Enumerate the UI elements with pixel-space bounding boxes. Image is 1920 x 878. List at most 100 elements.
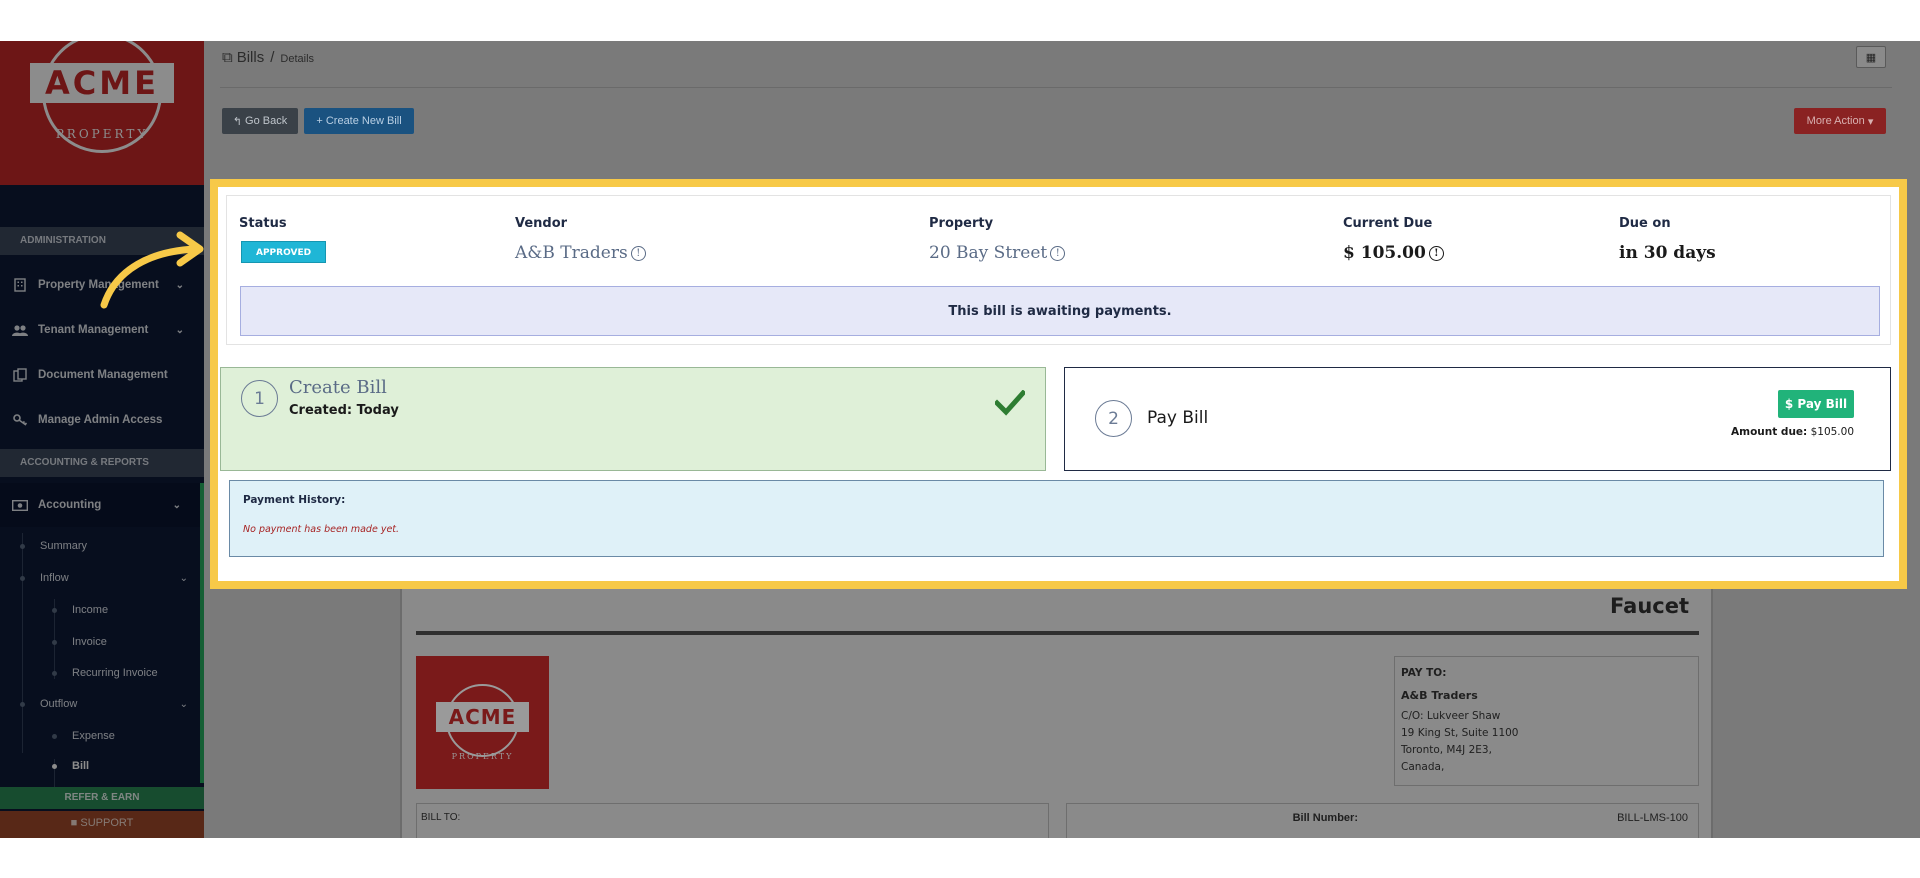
chevron-down-icon: ⌄ (172, 499, 181, 511)
info-icon[interactable]: ! (1050, 246, 1066, 261)
pay-to-label: PAY TO: (1401, 667, 1447, 679)
create-new-bill-button[interactable]: + Create New Bill (304, 108, 414, 134)
vendor-name[interactable]: A&B Traders (515, 243, 628, 263)
amount-due-label: Amount due: (1731, 426, 1808, 438)
bill-number-label: Bill Number: (1292, 812, 1358, 824)
bullet (52, 607, 57, 613)
sidebar-subitem-income[interactable]: Income (0, 595, 204, 625)
property-label: Property (929, 216, 994, 231)
sidebar-subitem-bill[interactable]: Bill (0, 751, 204, 781)
bullet (52, 670, 57, 676)
breadcrumb: ⧉ Bills / Details (222, 49, 314, 66)
chevron-down-icon: ⌄ (179, 698, 188, 710)
step-pay-bill: 2 Pay Bill $ Pay Bill Amount due: $105.0… (1064, 367, 1891, 471)
go-back-label: Go Back (245, 115, 288, 127)
sidebar-subitem-outflow[interactable]: Outflow ⌄ (0, 689, 204, 719)
support-label: SUPPORT (80, 817, 134, 829)
property-value[interactable]: 20 Bay Street! (929, 243, 1066, 263)
payment-history-title: Payment History: (243, 494, 346, 506)
sidebar-item-label: Manage Admin Access (38, 414, 163, 426)
subitem-label: Summary (40, 540, 88, 552)
status-badge: APPROVED (241, 241, 327, 263)
info-icon[interactable]: ! (1428, 246, 1444, 261)
logo-text: ACME (436, 702, 529, 732)
reply-icon: ↰ (232, 115, 242, 128)
highlighted-bill-summary: Status APPROVED Vendor A&B Traders! Prop… (210, 179, 1907, 589)
pay-to-line: 19 King St, Suite 1100 (1401, 727, 1519, 739)
bill-number-value: BILL-LMS-100 (1617, 812, 1688, 824)
subitem-label: Invoice (72, 636, 107, 648)
pay-to-line: Toronto, M4J 2E3, (1401, 744, 1492, 756)
subitem-label: Expense (72, 730, 115, 742)
calendar-icon: ▦ (1865, 51, 1877, 64)
sidebar-item-manage-admin-access[interactable]: Manage Admin Access (0, 398, 204, 442)
divider (220, 87, 1892, 88)
property-column: Property 20 Bay Street! (929, 216, 1066, 263)
invoice-logo: ACME PROPERTY (416, 656, 549, 789)
sidebar-item-document-management[interactable]: Document Management (0, 353, 204, 397)
bills-icon: ⧉ (222, 49, 233, 66)
amount-due-value: $105.00 (1810, 426, 1854, 438)
sidebar-subitem-invoice[interactable]: Invoice (0, 627, 204, 657)
invoice-title: Faucet (1610, 594, 1689, 618)
info-icon[interactable]: ! (630, 246, 646, 261)
due-on-value: in 30 days (1619, 243, 1716, 263)
logo-subtext: PROPERTY (451, 752, 514, 761)
bill-to-label: BILL TO: (421, 812, 461, 823)
more-action-button[interactable]: More Action ▾ (1794, 108, 1886, 134)
money-icon (12, 497, 28, 513)
create-new-bill-label: Create New Bill (325, 115, 402, 127)
amount-due: Amount due: $105.00 (1731, 426, 1854, 438)
subitem-label: Bill (72, 760, 90, 772)
step-number: 1 (241, 380, 278, 417)
support-button[interactable]: ■ SUPPORT (0, 811, 204, 838)
app-frame: ACME PROPERTY ADMINISTRATION Property Ma… (0, 41, 1920, 838)
breadcrumb-bills[interactable]: Bills (237, 49, 265, 66)
vendor-value[interactable]: A&B Traders! (515, 243, 646, 263)
breadcrumb-separator: / (270, 49, 275, 66)
check-icon (995, 390, 1025, 416)
key-icon (12, 412, 28, 428)
sidebar-subitem-expense[interactable]: Expense (0, 721, 204, 751)
logo-subtext: PROPERTY (55, 127, 149, 141)
calendar-button[interactable]: ▦ (1856, 46, 1886, 68)
property-name[interactable]: 20 Bay Street (929, 243, 1047, 263)
bullet (20, 701, 25, 707)
sidebar-subitem-summary[interactable]: Summary (0, 531, 204, 561)
status-column: Status APPROVED (239, 216, 327, 263)
subitem-label: Inflow (40, 572, 69, 584)
step-title: Create Bill (289, 377, 387, 398)
due-on-label: Due on (1619, 216, 1671, 231)
bill-number-box: Bill Number: BILL-LMS-100 (1066, 803, 1699, 838)
pay-to-box: PAY TO: A&B Traders C/O: Lukveer Shaw 19… (1394, 656, 1699, 786)
go-back-button[interactable]: ↰ Go Back (222, 108, 298, 134)
brand-logo[interactable]: ACME PROPERTY (0, 41, 204, 185)
current-due-value: $ 105.00! (1343, 243, 1444, 263)
caret-down-icon: ▾ (1867, 115, 1874, 128)
bullet (52, 763, 57, 769)
pay-to-name: A&B Traders (1401, 689, 1478, 702)
current-due-label: Current Due (1343, 216, 1433, 231)
subitem-label: Outflow (40, 698, 78, 710)
awaiting-payment-alert: This bill is awaiting payments. (240, 286, 1880, 336)
bill-status-card: Status APPROVED Vendor A&B Traders! Prop… (226, 195, 1891, 345)
building-icon (12, 277, 28, 293)
sidebar-item-accounting[interactable]: Accounting ⌄ (0, 483, 204, 527)
refer-earn-button[interactable]: REFER & EARN (0, 787, 204, 809)
sidebar-subitem-recurring-invoice[interactable]: Recurring Invoice (0, 658, 204, 688)
vendor-label: Vendor (515, 216, 568, 231)
pay-bill-button[interactable]: $ Pay Bill (1778, 390, 1854, 418)
more-action-label: More Action (1806, 115, 1865, 127)
step-number: 2 (1095, 400, 1132, 437)
bullet (20, 575, 25, 581)
chevron-down-icon: ⌄ (179, 572, 188, 584)
book-icon: ■ (70, 817, 78, 829)
chevron-down-icon: ⌄ (175, 324, 184, 336)
logo-text: ACME (30, 63, 174, 103)
sidebar-subitem-inflow[interactable]: Inflow ⌄ (0, 563, 204, 593)
sidebar: ACME PROPERTY ADMINISTRATION Property Ma… (0, 41, 204, 838)
bullet (20, 543, 25, 549)
bullet (52, 733, 57, 739)
step-create-bill: 1 Create Bill Created: Today (220, 367, 1046, 471)
due-on-column: Due on in 30 days (1619, 216, 1716, 263)
